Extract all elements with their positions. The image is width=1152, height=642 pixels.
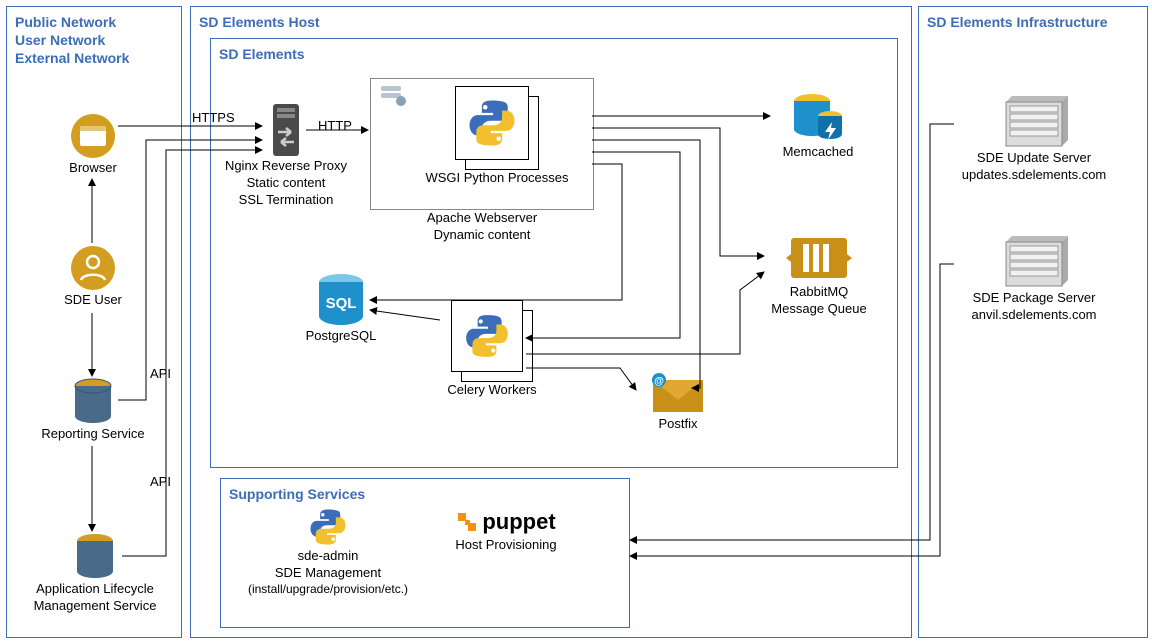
update-server-l1: SDE Update Server (952, 150, 1116, 167)
apache-label: Apache Webserver Dynamic content (420, 210, 544, 244)
sde-admin-l2: SDE Management (234, 565, 422, 582)
celery-label: Celery Workers (432, 382, 552, 399)
database-icon (71, 378, 115, 426)
package-server-l2: anvil.sdelements.com (952, 307, 1116, 324)
small-server-icon (380, 84, 406, 108)
user-icon (69, 244, 117, 292)
reporting-label: Reporting Service (38, 426, 148, 443)
rack-server-icon (998, 94, 1070, 150)
sde-user-label: SDE User (58, 292, 128, 309)
python-icon (462, 311, 512, 361)
node-rabbitmq: RabbitMQ Message Queue (764, 232, 874, 318)
wsgi-label: WSGI Python Processes (412, 170, 582, 187)
node-memcached: Memcached (768, 92, 868, 161)
node-sde-user: SDE User (58, 244, 128, 309)
node-postgres: SQL PostgreSQL (296, 272, 386, 345)
sde-admin-l1: sde-admin (234, 548, 422, 565)
label-http: HTTP (318, 118, 352, 133)
nginx-label2: Static content (218, 175, 354, 192)
rabbitmq-label1: RabbitMQ (764, 284, 874, 301)
nginx-label1: Nginx Reverse Proxy (218, 158, 354, 175)
browser-label: Browser (58, 160, 128, 177)
alm-label1: Application Lifecycle (28, 581, 162, 598)
database-icon (73, 533, 117, 581)
apache-server-icon (378, 84, 408, 108)
col-sd-host-title: SD Elements Host (191, 7, 911, 37)
postgres-label: PostgreSQL (296, 328, 386, 345)
node-sde-admin: sde-admin SDE Management (install/upgrad… (234, 506, 422, 597)
puppet-logo-icon (456, 511, 478, 533)
puppet-label: Host Provisioning (436, 537, 576, 554)
postfix-label: Postfix (638, 416, 718, 433)
mail-icon: @ (649, 372, 707, 416)
node-celery: Celery Workers (432, 300, 552, 399)
node-reporting: Reporting Service (38, 378, 148, 443)
label-api1: API (150, 366, 171, 381)
sde-admin-l3: (install/upgrade/provision/etc.) (234, 582, 422, 598)
python-icon (465, 96, 519, 150)
memcached-label: Memcached (768, 144, 868, 161)
memcached-icon (790, 92, 846, 144)
python-icon (307, 506, 349, 548)
label-api2: API (150, 474, 171, 489)
node-postfix: @ Postfix (638, 372, 718, 433)
node-puppet: puppet Host Provisioning (436, 508, 576, 553)
label-https: HTTPS (192, 110, 235, 125)
nginx-label3: SSL Termination (218, 192, 354, 209)
queue-icon (783, 232, 855, 284)
col-public-title: Public Network User Network External Net… (7, 7, 181, 74)
package-server-l1: SDE Package Server (952, 290, 1116, 307)
update-server-l2: updates.sdelements.com (952, 167, 1116, 184)
svg-text:@: @ (654, 376, 664, 387)
server-tower-icon (269, 102, 303, 158)
node-package-server: SDE Package Server anvil.sdelements.com (952, 234, 1116, 324)
col-infra-title: SD Elements Infrastructure (919, 7, 1147, 37)
node-wsgi: WSGI Python Processes (412, 86, 582, 187)
sql-icon: SQL (315, 272, 367, 328)
box-sd-elements-title: SD Elements (211, 39, 897, 69)
node-update-server: SDE Update Server updates.sdelements.com (952, 94, 1116, 184)
browser-icon (69, 112, 117, 160)
rabbitmq-label2: Message Queue (764, 301, 874, 318)
box-supporting-title: Supporting Services (221, 479, 629, 509)
puppet-brand: puppet (482, 508, 555, 537)
svg-text:SQL: SQL (326, 295, 357, 312)
node-alm: Application Lifecycle Management Service (28, 533, 162, 615)
node-browser: Browser (58, 112, 128, 177)
rack-server-icon (998, 234, 1070, 290)
alm-label2: Management Service (28, 598, 162, 615)
